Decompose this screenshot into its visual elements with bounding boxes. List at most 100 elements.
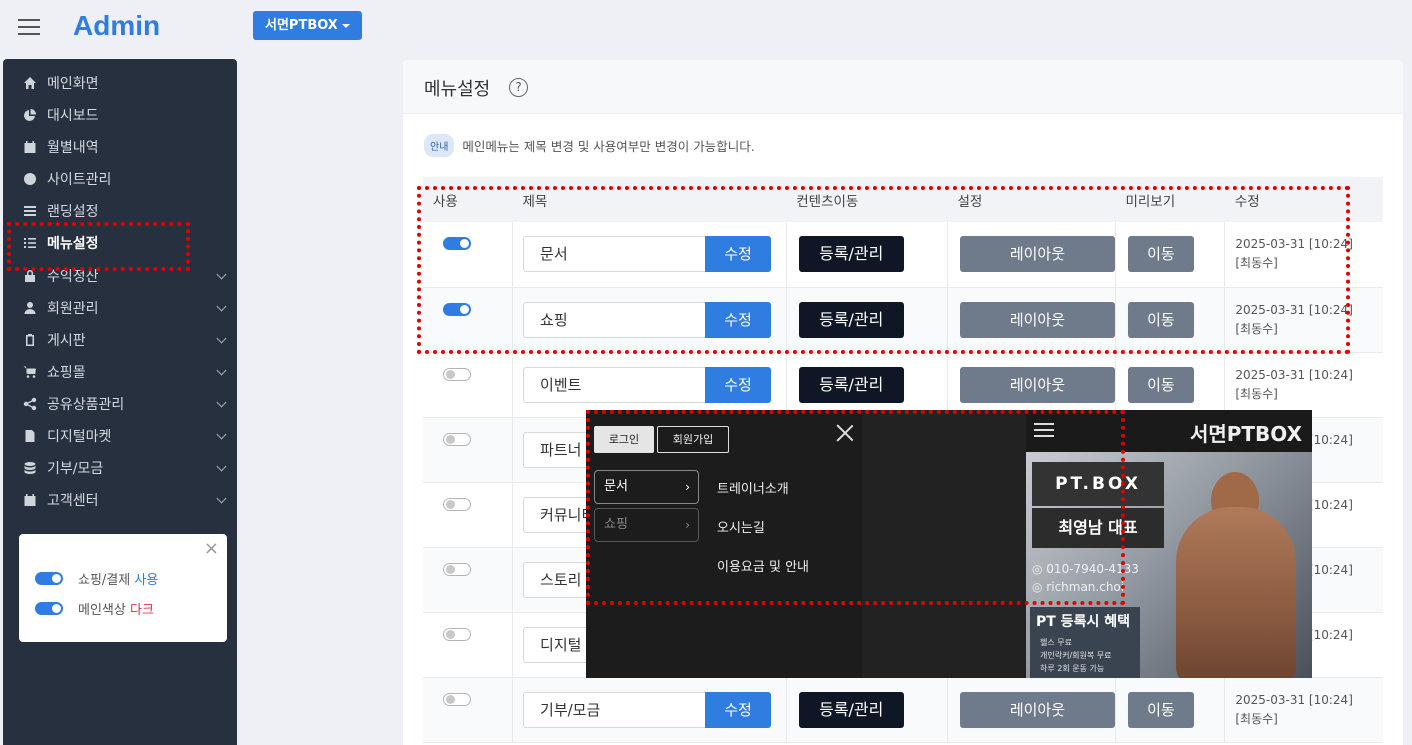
chevron-down-icon[interactable] [216,397,227,408]
use-toggle[interactable] [443,302,471,316]
preview-move-button[interactable]: 이동 [1127,301,1194,338]
modified-cell: 2025-03-31 [10:24] [최동수] [1224,677,1383,743]
preview-cell: 이동 [1115,287,1226,353]
use-cell [423,547,514,613]
layout-button[interactable]: 레이아웃 [959,301,1115,338]
use-toggle[interactable] [443,692,471,706]
title-input[interactable]: 기부/모금 [523,691,706,728]
sidebar-item[interactable]: 디지털마켓 [3,420,237,452]
sidebar-item[interactable]: 메인화면 [3,67,237,99]
preview-category-shop[interactable]: 쇼핑 › [594,508,699,542]
content-cell: 등록/관리 [786,352,948,418]
preview-submenu-item[interactable]: 이용요금 및 안내 [717,556,809,575]
chevron-down-icon[interactable] [216,461,227,472]
preview-category-docs[interactable]: 문서 › [594,470,699,504]
chevron-down-icon[interactable] [216,429,227,440]
edit-title-button[interactable]: 수정 [705,691,772,728]
pie-chart-icon [23,108,37,122]
use-cell [423,612,514,678]
help-icon[interactable]: ? [509,78,528,97]
column-header: 컨텐츠이동 [786,177,948,222]
poster-benefit-line: 헬스 무료 [1040,638,1072,647]
use-toggle[interactable] [443,562,471,576]
content-manage-button[interactable]: 등록/관리 [798,366,904,403]
store-select-button[interactable]: 서면PTBOX [253,11,362,40]
sidebar-item[interactable]: 게시판 [3,324,237,356]
edit-title-button[interactable]: 수정 [705,366,772,403]
brand-logo[interactable]: Admin [73,10,160,42]
chevron-right-icon: › [685,480,690,494]
sidebar-item[interactable]: 수익정산 [3,260,237,292]
use-toggle[interactable] [443,627,471,641]
preview-submenu-item[interactable]: 트레이너소개 [717,478,789,497]
preview-move-button[interactable]: 이동 [1127,366,1194,403]
sidebar-item[interactable]: 랜딩설정 [3,195,237,227]
sidebar-item-label: 대시보드 [47,108,99,124]
column-header: 설정 [947,177,1116,222]
shopping-toggle[interactable] [35,572,63,585]
edit-title-button[interactable]: 수정 [705,301,772,338]
title-input[interactable]: 쇼핑 [523,301,706,338]
sidebar-item-label: 사이트관리 [47,172,112,188]
sidebar-item[interactable]: 기부/모금 [3,452,237,484]
chevron-down-icon[interactable] [216,493,227,504]
cart-icon [23,365,37,379]
content-manage-button[interactable]: 등록/관리 [798,301,904,338]
sidebar: 메인화면대시보드월별내역사이트관리랜딩설정 메뉴설정 수익정산 회원관리 게시판 쇼핑몰 공… [3,59,237,745]
use-toggle[interactable] [443,497,471,511]
sidebar-item[interactable]: 메뉴설정 [3,227,237,259]
chevron-down-icon[interactable] [216,269,227,280]
title-cell: 쇼핑 수정 [512,287,787,353]
hamburger-menu-icon[interactable] [18,19,40,35]
chevron-right-icon: › [685,518,690,532]
layout-button[interactable]: 레이아웃 [959,691,1115,728]
home-icon [23,76,37,90]
modified-cell: 2025-03-31 [10:24] [최동수] [1224,287,1383,353]
use-toggle[interactable] [443,367,471,381]
preview-submenu-item[interactable]: 오시는길 [717,517,765,536]
use-toggle[interactable] [443,237,471,250]
layout-button[interactable]: 레이아웃 [959,236,1115,273]
sidebar-item[interactable]: 고객센터 [3,484,237,516]
preview-cell: 이동 [1115,677,1226,743]
preview-join-button[interactable]: 회원가입 [657,426,729,453]
preview-login-button[interactable]: 로그인 [594,426,654,453]
modified-date: 2025-03-31 [10:24] [1235,302,1353,317]
page-title: 메뉴설정 [424,79,491,100]
shopping-status: 사용 [134,573,159,588]
sidebar-item[interactable]: 공유상품관리 [3,388,237,420]
sidebar-item[interactable]: 쇼핑몰 [3,356,237,388]
title-input[interactable]: 문서 [523,236,706,273]
content-manage-button[interactable]: 등록/관리 [798,691,904,728]
sidebar-item[interactable]: 월별내역 [3,131,237,163]
preview-hamburger-icon[interactable] [1034,423,1054,437]
content-cell: 등록/관리 [786,677,948,743]
chevron-down-icon[interactable] [216,333,227,344]
chevron-down-icon[interactable] [216,365,227,376]
use-toggle[interactable] [443,432,471,446]
sidebar-item[interactable]: 사이트관리 [3,163,237,195]
title-input[interactable]: 이벤트 [523,366,706,403]
layout-button[interactable]: 레이아웃 [959,366,1115,403]
preview-site-title: 서면PTBOX [1189,422,1302,446]
content-cell: 등록/관리 [786,287,948,353]
sidebar-item[interactable]: 대시보드 [3,99,237,131]
shopping-toggle-row: 쇼핑/결제 사용 [35,569,158,588]
top-bar: Admin 서면PTBOX [0,0,1412,56]
table-row: 기부/모금 수정 등록/관리 레이아웃 이동 2025-03-31 [10:24] [최동수… [423,677,1383,743]
theme-toggle[interactable] [35,602,63,615]
content-manage-button[interactable]: 등록/관리 [798,236,904,273]
site-preview: 로그인 회원가입 문서 › 쇼핑 › 트레이너소개 오시는길 이용요금 및 안내 서… [586,410,1312,678]
chevron-down-icon[interactable] [216,301,227,312]
close-icon[interactable]: × [204,540,219,558]
theme-status: 다크 [129,603,154,618]
column-header: 사용 [423,177,513,222]
sidebar-item[interactable]: 회원관리 [3,292,237,324]
theme-toggle-row: 메인색상 다크 [35,599,154,618]
column-header: 수정 [1224,177,1383,222]
column-header: 제목 [512,177,787,222]
edit-title-button[interactable]: 수정 [705,236,772,273]
preview-move-button[interactable]: 이동 [1127,691,1194,728]
preview-move-button[interactable]: 이동 [1127,236,1194,273]
preview-close-icon[interactable] [836,424,854,442]
